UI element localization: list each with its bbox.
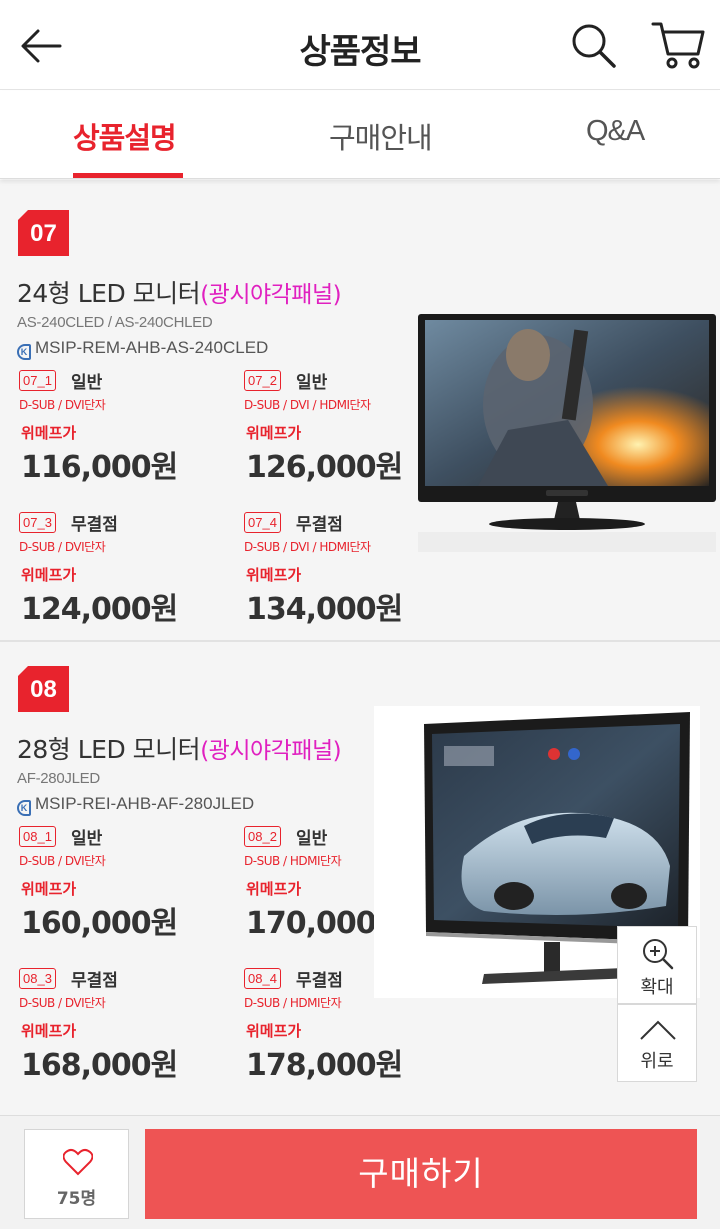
bottom-action-bar: 75명 구매하기: [0, 1115, 720, 1229]
buy-button[interactable]: 구매하기: [145, 1129, 697, 1219]
product-number-badge: 07: [18, 210, 69, 256]
option-price: 124,000원: [21, 592, 178, 627]
tab-purchase-guide[interactable]: 구매안내: [329, 115, 433, 157]
product-models: AS-240CLED / AS-240CHLED: [17, 314, 213, 331]
zoom-button[interactable]: 확대: [617, 926, 697, 1004]
price-label: 위메프가: [246, 566, 302, 584]
option-name: 일반: [296, 829, 328, 849]
option-name: 무결점: [71, 515, 118, 535]
price-label: 위메프가: [21, 424, 77, 442]
product-description-content[interactable]: 07 24형 LED 모니터(광시야각패널) AS-240CLED / AS-2…: [0, 180, 720, 1115]
option-code: 07_2: [244, 370, 281, 391]
product-card-07: 07 24형 LED 모니터(광시야각패널) AS-240CLED / AS-2…: [0, 180, 720, 640]
option-07-3: 07_3 무결점 D-SUB / DVI단자 위메프가 124,000원: [19, 512, 219, 642]
option-price: 126,000원: [246, 450, 403, 485]
option-name: 무결점: [71, 971, 118, 991]
option-code: 07_4: [244, 512, 281, 533]
option-code: 08_4: [244, 968, 281, 989]
zoom-label: 확대: [640, 977, 674, 998]
product-title: 28형 LED 모니터(광시야각패널): [17, 730, 342, 766]
option-price: 168,000원: [21, 1048, 178, 1083]
option-code: 08_1: [19, 826, 56, 847]
product-cert-number: MSIP-REM-AHB-AS-240CLED: [35, 338, 269, 357]
top-header: 상품정보: [0, 0, 720, 90]
option-code: 07_3: [19, 512, 56, 533]
option-ports: D-SUB / DVI단자: [19, 996, 106, 1010]
option-price: 160,000원: [21, 906, 178, 941]
price-label: 위메프가: [246, 880, 302, 898]
option-name: 일반: [71, 829, 103, 849]
option-ports: D-SUB / DVI / HDMI단자: [244, 540, 371, 554]
option-ports: D-SUB / HDMI단자: [244, 996, 342, 1010]
product-cert-number: MSIP-REI-AHB-AF-280JLED: [35, 794, 255, 813]
scroll-top-label: 위로: [640, 1051, 674, 1072]
option-07-1: 07_1 일반 D-SUB / DVI단자 위메프가 116,000원: [19, 370, 219, 500]
product-number-badge: 08: [18, 666, 69, 712]
product-title-highlight: (광시야각패널): [200, 282, 342, 308]
option-07-2: 07_2 일반 D-SUB / DVI / HDMI단자 위메프가 126,00…: [244, 370, 444, 500]
option-name: 무결점: [296, 971, 343, 991]
kc-cert-icon: K: [17, 344, 31, 360]
option-price: 116,000원: [21, 450, 178, 485]
price-label: 위메프가: [21, 1022, 77, 1040]
tab-bar: 상품설명 구매안내 Q&A: [0, 91, 720, 179]
like-count: 75명: [56, 1189, 97, 1209]
option-code: 07_1: [19, 370, 56, 391]
option-ports: D-SUB / DVI / HDMI단자: [244, 398, 371, 412]
zoom-in-icon: [643, 939, 674, 970]
product-title-text: 24형 LED 모니터: [17, 279, 201, 308]
option-08-1: 08_1 일반 D-SUB / DVI단자 위메프가 160,000원: [19, 826, 219, 956]
tab-description[interactable]: 상품설명: [73, 115, 177, 157]
option-ports: D-SUB / HDMI단자: [244, 854, 342, 868]
price-label: 위메프가: [246, 1022, 302, 1040]
product-title: 24형 LED 모니터(광시야각패널): [17, 274, 342, 310]
price-label: 위메프가: [21, 880, 77, 898]
search-icon[interactable]: [568, 20, 618, 70]
chevron-up-icon: [640, 1020, 676, 1040]
product-title-highlight: (광시야각패널): [200, 738, 342, 764]
option-code: 08_3: [19, 968, 56, 989]
product-cert: K MSIP-REI-AHB-AF-280JLED: [17, 794, 254, 816]
option-08-3: 08_3 무결점 D-SUB / DVI단자 위메프가 168,000원: [19, 968, 219, 1098]
kc-cert-icon: K: [17, 800, 31, 816]
price-label: 위메프가: [21, 566, 77, 584]
scroll-top-button[interactable]: 위로: [617, 1004, 697, 1082]
product-card-08: 08 28형 LED 모니터(광시야각패널) AF-280JLED K MSIP-…: [0, 642, 720, 1115]
option-ports: D-SUB / DVI단자: [19, 540, 106, 554]
option-price: 178,000원: [246, 1048, 403, 1083]
option-price: 134,000원: [246, 592, 403, 627]
cart-icon[interactable]: [650, 18, 706, 72]
option-ports: D-SUB / DVI단자: [19, 854, 106, 868]
option-name: 일반: [296, 373, 328, 393]
option-name: 무결점: [296, 515, 343, 535]
monitor-24-image: [418, 314, 716, 552]
active-tab-indicator: [73, 173, 183, 178]
product-cert: K MSIP-REM-AHB-AS-240CLED: [17, 338, 268, 360]
tab-qna[interactable]: Q&A: [586, 115, 645, 148]
product-models: AF-280JLED: [17, 770, 100, 787]
option-07-4: 07_4 무결점 D-SUB / DVI / HDMI단자 위메프가 134,0…: [244, 512, 444, 642]
option-ports: D-SUB / DVI단자: [19, 398, 106, 412]
price-label: 위메프가: [246, 424, 302, 442]
like-button[interactable]: 75명: [24, 1129, 129, 1219]
product-title-text: 28형 LED 모니터: [17, 735, 201, 764]
option-code: 08_2: [244, 826, 281, 847]
option-name: 일반: [71, 373, 103, 393]
heart-icon: [63, 1148, 93, 1176]
